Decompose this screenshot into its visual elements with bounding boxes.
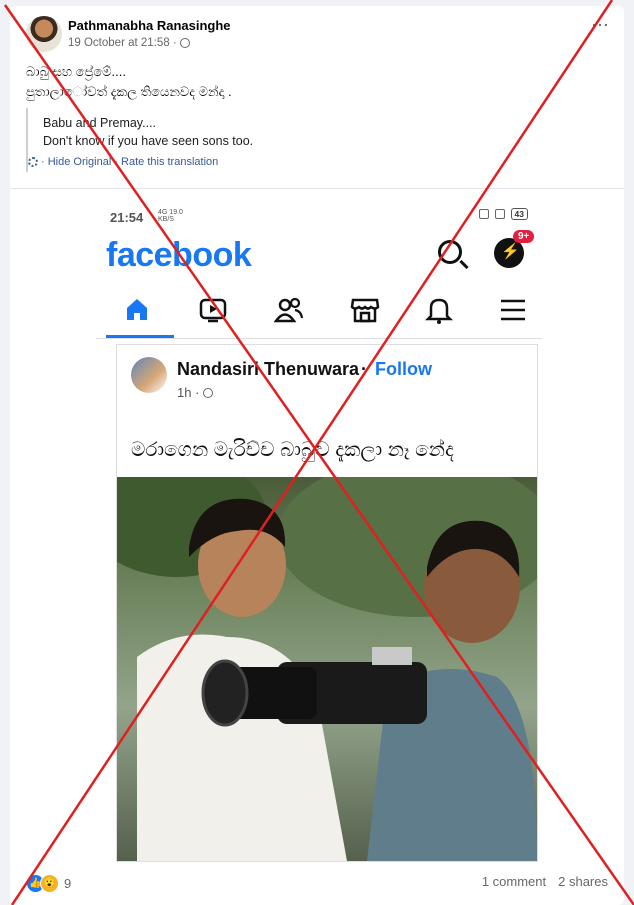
- post-timestamp[interactable]: 19 October at 21:58 ·: [68, 37, 177, 49]
- status-icons: 43: [478, 208, 528, 220]
- network-indicator: 4G 19.0 KB/S: [158, 209, 183, 223]
- inner-post: Nandasiri Thenuwara · Follow 1h · මරාගෙන…: [116, 344, 538, 862]
- post-text-line: බාබු සහ ප්‍රේමේ....: [26, 64, 126, 79]
- inner-post-caption: මරාගෙන මැරිච්ච බාබුව දැකලා නෑ නේද: [131, 439, 454, 461]
- translation-links: · Hide Original · Rate this translation: [28, 156, 218, 168]
- camera-top: [372, 647, 412, 665]
- translation-line: Don't know if you have seen sons too.: [43, 134, 254, 148]
- nav-bar: [106, 282, 552, 338]
- status-time: 21:54: [110, 210, 144, 225]
- translation-block: Babu and Premay.... Don't know if you ha…: [26, 108, 608, 172]
- globe-icon: [203, 387, 214, 398]
- search-icon: [438, 240, 462, 264]
- network-type: 4G: [158, 209, 168, 216]
- inner-post-time: 1h ·: [177, 385, 214, 400]
- battery-icon: 43: [510, 208, 528, 220]
- home-icon: [127, 299, 147, 320]
- marketplace-icon: [350, 298, 380, 323]
- post-meta: 19 October at 21:58 ·: [68, 37, 190, 49]
- gear-icon[interactable]: [28, 157, 38, 167]
- share-count-link[interactable]: 2 shares: [558, 874, 608, 889]
- translation-text: Babu and Premay.... Don't know if you ha…: [43, 114, 253, 150]
- reactions[interactable]: 👍 😮 9: [26, 874, 71, 893]
- divider: [10, 188, 624, 189]
- tab-home: [106, 282, 174, 338]
- inner-post-avatar: [131, 357, 167, 393]
- messenger-badge: 9+: [513, 230, 535, 243]
- friends-icon: [274, 297, 304, 323]
- hide-original-link[interactable]: · Hide Original: [41, 156, 111, 168]
- inner-post-author: Nandasiri Thenuwara: [177, 359, 360, 379]
- video-icon: [199, 298, 227, 323]
- comment-count-link[interactable]: 1 comment: [482, 874, 546, 889]
- embedded-screenshot[interactable]: 21:54 4G 19.0 KB/S 43 facebook 9+: [96, 198, 542, 862]
- facebook-logo: facebook: [106, 236, 252, 274]
- photo: [117, 477, 537, 861]
- network-speed-unit: KB/S: [158, 216, 174, 223]
- post-card: Pathmanabha Ranasinghe 19 October at 21:…: [10, 6, 624, 905]
- photo-illustration: [117, 477, 537, 861]
- rate-translation-link[interactable]: · Rate this translation: [114, 156, 218, 168]
- follow-button: Follow: [375, 359, 432, 379]
- post-text: බාබු සහ ප්‍රේමේ.... පුතාලා‌ෝවත් දැකල තිය…: [26, 62, 606, 102]
- translation-line: Babu and Premay....: [43, 116, 157, 130]
- menu-icon: [501, 299, 525, 321]
- engagement-counts: 1 comment 2 shares: [482, 874, 608, 889]
- globe-icon: [179, 38, 190, 48]
- post-text-line: පුතාලා‌ෝවත් දැකල තියෙනවද මන්දා .: [26, 84, 232, 99]
- wow-icon: 😮: [40, 874, 59, 893]
- author-avatar[interactable]: [26, 16, 62, 52]
- inner-post-time-text: 1h ·: [177, 385, 200, 400]
- lens-front: [201, 659, 249, 727]
- bluetooth-icon: [494, 209, 505, 219]
- nav-divider: [96, 338, 542, 339]
- separator-dot: ·: [361, 359, 367, 379]
- bell-icon: [424, 298, 454, 324]
- reaction-count: 9: [64, 876, 72, 891]
- author-name[interactable]: Pathmanabha Ranasinghe: [68, 18, 231, 33]
- vibrate-icon: [478, 209, 489, 219]
- more-options-icon[interactable]: ⋯: [591, 16, 610, 34]
- network-speed: 19.0: [169, 209, 183, 216]
